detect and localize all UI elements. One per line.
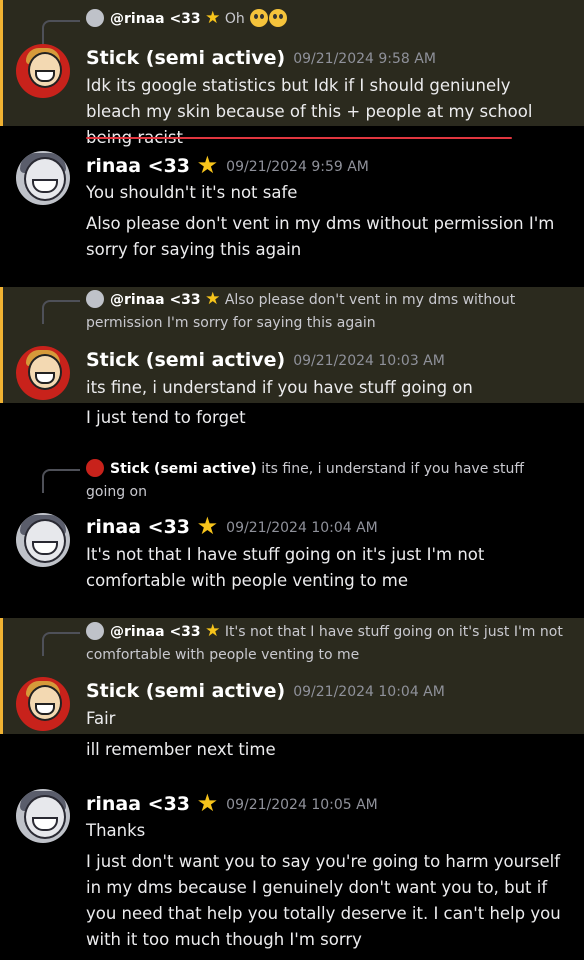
message-timestamp: 09/21/2024 9:59 AM (226, 159, 369, 175)
reply-preview[interactable]: Stick (semi active) its fine, i understa… (86, 458, 566, 504)
reply-preview[interactable]: @rinaa <33 ★ It's not that I have stuff … (86, 621, 566, 667)
message-content: its fine, i understand if you have stuff… (86, 378, 473, 397)
reply-author: @rinaa <33 (110, 11, 201, 27)
avatar[interactable] (16, 677, 70, 731)
avatar[interactable] (16, 44, 70, 98)
fearful-face-icon (250, 9, 269, 27)
message-author[interactable]: Stick (semi active) 09/21/2024 9:58 AM (86, 45, 436, 72)
message-content: Fair (86, 709, 116, 728)
message-author[interactable]: rinaa <33 ★ 09/21/2024 9:59 AM (86, 153, 369, 180)
mention-bar (0, 618, 3, 734)
mention-bar (0, 287, 3, 403)
reply-connector (42, 20, 80, 44)
reply-connector (42, 632, 80, 656)
star-icon: ★ (205, 8, 221, 28)
reply-connector (42, 469, 80, 493)
reply-avatar (86, 622, 104, 640)
reply-preview[interactable]: @rinaa <33 ★ Oh (86, 8, 566, 31)
star-icon: ★ (196, 512, 219, 540)
reply-connector (42, 300, 80, 324)
star-icon: ★ (196, 151, 219, 179)
message-timestamp: 09/21/2024 10:05 AM (226, 797, 378, 813)
message-content: Thanks (86, 821, 146, 840)
reply-avatar (86, 459, 104, 477)
message-content: Idk its google statistics but Idk if I s… (86, 76, 533, 147)
message-content: ill remember next time (86, 740, 276, 759)
reply-author: @rinaa <33 (110, 292, 201, 308)
star-icon: ★ (205, 621, 221, 641)
message-author[interactable]: rinaa <33 ★ 09/21/2024 10:05 AM (86, 791, 378, 818)
reply-author: @rinaa <33 (110, 624, 201, 640)
star-icon: ★ (196, 789, 219, 817)
reply-preview[interactable]: @rinaa <33 ★ Also please don't vent in m… (86, 289, 566, 335)
message-content: You shouldn't it's not safe (86, 183, 298, 202)
message-content: It's not that I have stuff going on it's… (86, 545, 485, 590)
avatar[interactable] (16, 346, 70, 400)
reply-text: Oh (224, 11, 245, 27)
message-timestamp: 09/21/2024 10:03 AM (293, 353, 445, 369)
avatar[interactable] (16, 151, 70, 205)
message-timestamp: 09/21/2024 9:58 AM (293, 51, 436, 67)
reply-avatar (86, 290, 104, 308)
message-author[interactable]: rinaa <33 ★ 09/21/2024 10:04 AM (86, 514, 378, 541)
message-timestamp: 09/21/2024 10:04 AM (226, 520, 378, 536)
message-content: I just tend to forget (86, 408, 246, 427)
message-author[interactable]: Stick (semi active) 09/21/2024 10:04 AM (86, 678, 445, 705)
message-content: Also please don't vent in my dms without… (86, 214, 555, 259)
reply-author: Stick (semi active) (110, 461, 257, 477)
reply-avatar (86, 9, 104, 27)
avatar[interactable] (16, 789, 70, 843)
star-icon: ★ (205, 289, 221, 309)
avatar[interactable] (16, 513, 70, 567)
fearful-face-icon (269, 9, 288, 27)
mention-bar (0, 0, 3, 126)
message-content: I just don't want you to say you're goin… (86, 852, 561, 949)
message-timestamp: 09/21/2024 10:04 AM (293, 684, 445, 700)
message-author[interactable]: Stick (semi active) 09/21/2024 10:03 AM (86, 347, 445, 374)
red-underline (86, 137, 512, 139)
